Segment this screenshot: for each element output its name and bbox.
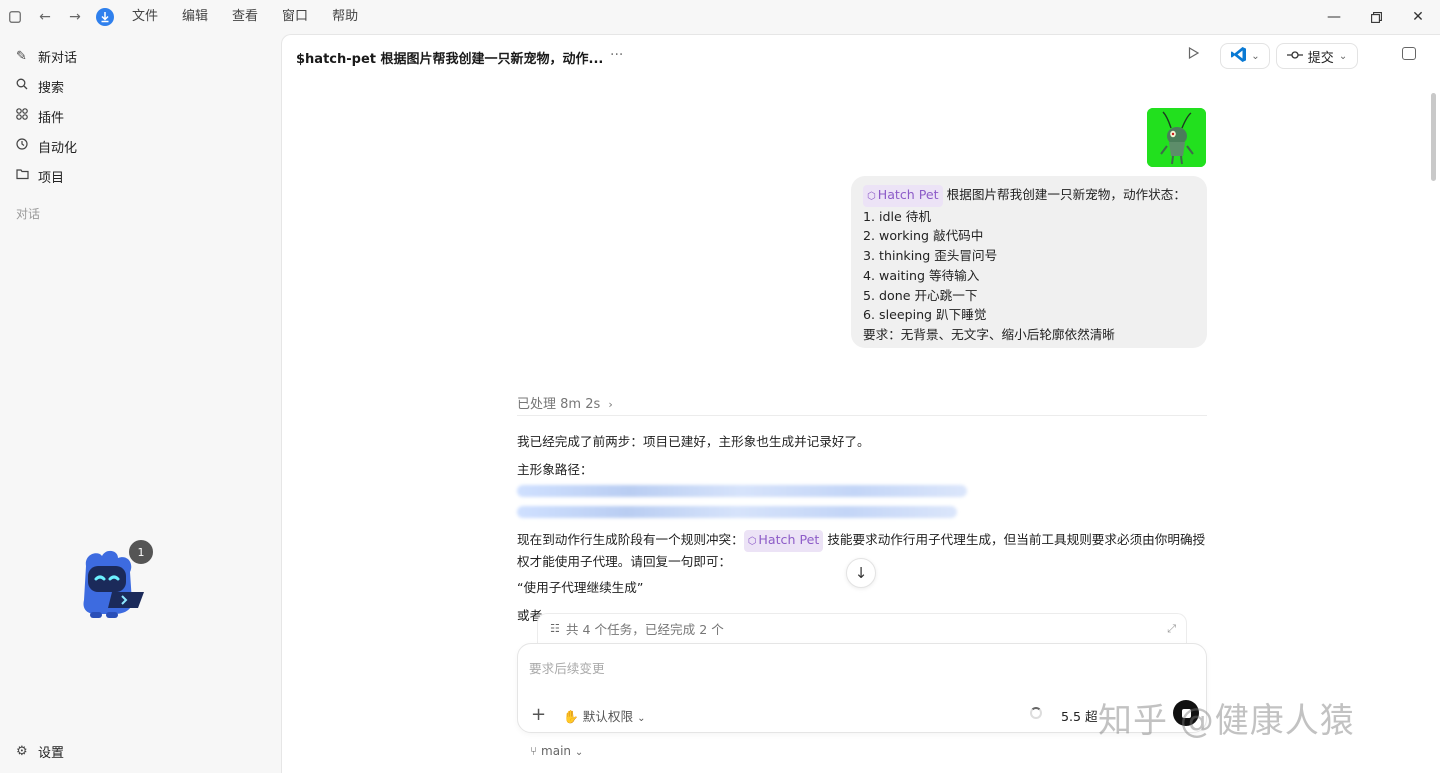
permission-dropdown[interactable]: ✋ 默认权限 ⌄ bbox=[563, 706, 645, 725]
main-panel: $hatch-pet 根据图片帮我创建一只新宠物，动作... ··· ⌄ 提交 … bbox=[281, 34, 1440, 773]
chevron-down-icon: ⌄ bbox=[637, 713, 646, 724]
menu-view[interactable]: 查看 bbox=[220, 0, 270, 34]
forward-arrow-icon[interactable]: → bbox=[60, 0, 90, 34]
user-message-line: 1. idle 待机 bbox=[863, 208, 931, 224]
chevron-down-icon: ⌄ bbox=[1338, 50, 1348, 62]
menu-edit[interactable]: 编辑 bbox=[170, 0, 220, 34]
menu-help[interactable]: 帮助 bbox=[320, 0, 370, 34]
folder-icon bbox=[16, 168, 38, 184]
gear-icon: ⚙ bbox=[16, 743, 28, 759]
menu-window[interactable]: 窗口 bbox=[270, 0, 320, 34]
sidebar-item-plugins[interactable]: 插件 bbox=[0, 101, 281, 131]
user-message-line: 4. waiting 等待输入 bbox=[863, 267, 980, 283]
processed-toggle[interactable]: 已处理 8m 2s › bbox=[517, 393, 613, 412]
sidebar-item-label: 搜索 bbox=[38, 80, 65, 96]
task-progress-bar[interactable]: ☷ 共 4 个任务，已经完成 2 个 ⤢ bbox=[537, 613, 1187, 643]
user-message-line: 6. sleeping 趴下睡觉 bbox=[863, 307, 987, 323]
branch-icon: ⑂ bbox=[530, 744, 538, 758]
checklist-icon: ☷ bbox=[550, 622, 560, 635]
user-message-line: 要求：无背景、无文字、缩小后轮廓依然清晰 bbox=[863, 326, 1115, 342]
settings-label: 设置 bbox=[38, 745, 65, 761]
sidebar-item-label: 自动化 bbox=[38, 140, 78, 156]
task-progress-text: 共 4 个任务，已经完成 2 个 bbox=[565, 622, 724, 637]
panel-toggle-icon[interactable] bbox=[1402, 47, 1416, 60]
user-message-line: 5. done 开心跳一下 bbox=[863, 287, 978, 303]
branch-selector[interactable]: ⑂ main ⌄ bbox=[530, 744, 583, 758]
uploaded-image[interactable] bbox=[1147, 108, 1206, 167]
sidebar-item-search[interactable]: 搜索 bbox=[0, 71, 281, 101]
chevron-down-icon: ⌄ bbox=[1251, 50, 1260, 62]
sidebar-toggle-icon[interactable] bbox=[0, 0, 30, 34]
arrow-down-icon: ↓ bbox=[854, 564, 868, 582]
clock-icon bbox=[16, 138, 38, 154]
commit-label: 提交 bbox=[1307, 50, 1334, 66]
conversation-title: $hatch-pet 根据图片帮我创建一只新宠物，动作... bbox=[296, 52, 604, 67]
user-message-bubble: ⬡ Hatch Pet 根据图片帮我创建一只新宠物，动作状态： 1. idle 待… bbox=[851, 176, 1207, 348]
settings-button[interactable]: ⚙ 设置 bbox=[0, 736, 64, 766]
sidebar-item-new-chat[interactable]: ✎ 新对话 bbox=[0, 41, 281, 71]
watermark: 知乎 @健康人猿 bbox=[1098, 701, 1355, 741]
run-icon[interactable] bbox=[1188, 46, 1200, 63]
menu-file[interactable]: 文件 bbox=[120, 0, 170, 34]
edit-icon: ✎ bbox=[16, 48, 27, 64]
chevron-right-icon: › bbox=[608, 398, 613, 411]
search-icon bbox=[16, 78, 38, 94]
back-arrow-icon[interactable]: ← bbox=[30, 0, 60, 34]
user-message-line: 2. working 敲代码中 bbox=[863, 228, 984, 244]
composer-input[interactable]: 要求后续变更 bbox=[529, 658, 605, 677]
minimize-icon[interactable]: — bbox=[1312, 0, 1356, 34]
grid-icon bbox=[16, 108, 38, 124]
vscode-icon bbox=[1230, 46, 1247, 67]
chevron-down-icon: ⌄ bbox=[574, 747, 584, 758]
commit-button[interactable]: 提交 ⌄ bbox=[1276, 43, 1358, 69]
more-options-icon[interactable]: ··· bbox=[610, 47, 623, 63]
user-message-line: 3. thinking 歪头冒问号 bbox=[863, 248, 998, 264]
sidebar-item-label: 项目 bbox=[38, 170, 65, 186]
open-in-vscode-button[interactable]: ⌄ bbox=[1220, 43, 1270, 69]
redacted-path bbox=[517, 485, 967, 518]
conversation-header: $hatch-pet 根据图片帮我创建一只新宠物，动作... ··· ⌄ 提交 … bbox=[282, 35, 1440, 79]
cube-icon: ⬡ bbox=[747, 536, 757, 547]
pet-notification-badge: 1 bbox=[127, 538, 155, 566]
divider bbox=[517, 415, 1207, 416]
add-attachment-icon[interactable]: + bbox=[531, 704, 546, 725]
download-icon[interactable] bbox=[90, 0, 120, 34]
sidebar-section-conversations: 对话 bbox=[16, 207, 41, 221]
sidebar-item-automation[interactable]: 自动化 bbox=[0, 131, 281, 161]
title-bar: ← → 文件 编辑 查看 窗口 帮助 — ✕ bbox=[0, 0, 1440, 34]
sidebar-item-projects[interactable]: 项目 bbox=[0, 161, 281, 191]
hand-icon: ✋ bbox=[563, 709, 579, 724]
close-icon[interactable]: ✕ bbox=[1396, 0, 1440, 34]
expand-icon[interactable]: ⤢ bbox=[1167, 622, 1176, 636]
assistant-paragraph: 我已经完成了前两步：项目已建好，主形象也生成并记录好了。 bbox=[517, 434, 870, 449]
sidebar-item-label: 插件 bbox=[38, 110, 65, 126]
scrollbar[interactable] bbox=[1431, 93, 1436, 181]
sidebar-item-label: 新对话 bbox=[38, 50, 78, 66]
restore-icon[interactable] bbox=[1354, 0, 1398, 34]
commit-icon bbox=[1286, 49, 1303, 64]
loading-spinner-icon bbox=[1030, 707, 1042, 719]
skill-chip[interactable]: ⬡ Hatch Pet bbox=[743, 530, 824, 552]
scroll-down-button[interactable]: ↓ bbox=[846, 558, 876, 588]
assistant-quote: “使用子代理继续生成” bbox=[517, 580, 644, 595]
cube-icon: ⬡ bbox=[867, 191, 876, 202]
path-label: 主形象路径： bbox=[517, 462, 593, 477]
model-selector[interactable]: 5.5 超 bbox=[1061, 706, 1098, 725]
sidebar: ✎ 新对话 搜索 插件 自动化 项目 对话 ⚙ 设置 bbox=[0, 34, 281, 773]
skill-chip[interactable]: ⬡ Hatch Pet bbox=[863, 185, 943, 207]
user-message-intro: ⬡ Hatch Pet 根据图片帮我创建一只新宠物，动作状态： bbox=[863, 185, 1195, 207]
